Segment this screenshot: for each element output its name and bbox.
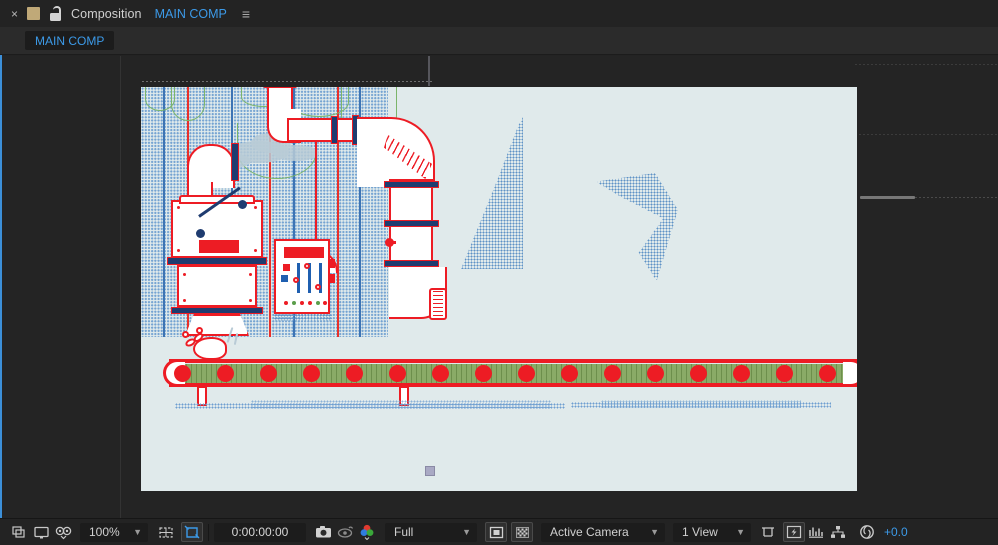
machine-arm-pivot: [196, 229, 205, 238]
status-dot: [292, 301, 296, 305]
fast-previews-icon[interactable]: [783, 522, 805, 542]
nozzle-ribs: [433, 291, 443, 317]
layer-anchor-handle[interactable]: [425, 466, 435, 476]
control-panel-side-tab: [330, 259, 335, 268]
show-snapshot-icon[interactable]: [334, 522, 356, 542]
panel-titlebar: × Composition MAIN COMP ≡: [0, 0, 998, 27]
main-viewer-icon[interactable]: [30, 522, 52, 542]
pipe-valve-stem: [390, 241, 396, 244]
control-panel-display: [284, 247, 324, 258]
chevron-down-icon: ▼: [462, 527, 471, 537]
background-panel-rows: [855, 56, 998, 518]
conveyor-top-rail: [169, 359, 857, 363]
viewer-divider: [120, 56, 121, 518]
toggle-mask-visibility-icon[interactable]: [52, 522, 74, 542]
lamp-cord: [315, 142, 317, 250]
pipe-flange: [384, 181, 439, 188]
composition-viewer[interactable]: [2, 56, 998, 518]
chevron-down-icon: ▼: [736, 527, 745, 537]
floor-halftone: [251, 400, 551, 409]
checkerboard-icon[interactable]: [511, 522, 533, 542]
chevron-down-icon: ▼: [650, 527, 659, 537]
timeline-icon[interactable]: [805, 522, 827, 542]
exposure-value[interactable]: +0.0: [884, 525, 908, 539]
magnification-select[interactable]: 100% ▼: [80, 522, 148, 542]
shadow-curve-large: [461, 117, 523, 269]
status-dot: [316, 301, 320, 305]
composition-name: MAIN COMP: [154, 6, 227, 21]
view-layout-select[interactable]: 1 View ▼: [673, 522, 751, 542]
tab-label: MAIN COMP: [35, 33, 105, 48]
slider-knob-2: [304, 263, 310, 269]
elbow-flange: [231, 143, 239, 181]
vertical-guide: [428, 56, 430, 86]
pipe-flange: [331, 116, 338, 144]
panel-menu-icon[interactable]: ≡: [242, 7, 250, 21]
current-time-field[interactable]: 0:00:00:00: [214, 522, 306, 542]
status-dot: [308, 301, 312, 305]
camera-view-select[interactable]: Active Camera ▼: [541, 522, 665, 542]
grid-guide-icon[interactable]: [155, 522, 177, 542]
roast-chicken-bone: [196, 327, 203, 334]
machine-base: [185, 314, 249, 336]
view-layout-value: 1 View: [682, 525, 718, 539]
floor-halftone: [601, 400, 801, 408]
control-panel-side-tab: [330, 274, 335, 283]
status-dot: [300, 301, 304, 305]
lock-open-icon[interactable]: [49, 6, 62, 21]
panel-label: Composition: [71, 6, 142, 21]
machine-collar: [167, 257, 267, 265]
indicator-square-blue: [281, 275, 288, 282]
indicator-square-red: [283, 264, 290, 271]
green-wire: [171, 87, 205, 121]
magnification-value: 100%: [89, 525, 120, 539]
pixel-aspect-ratio-icon[interactable]: [757, 522, 779, 542]
tab-main-comp[interactable]: MAIN COMP: [25, 31, 115, 50]
comp-flowchart-icon[interactable]: [827, 522, 849, 542]
composition-canvas[interactable]: [141, 87, 857, 491]
horizontal-guide: [142, 81, 432, 82]
current-time-value: 0:00:00:00: [231, 525, 289, 539]
after-effects-composition-window: × Composition MAIN COMP ≡ MAIN COMP 100%…: [0, 0, 998, 545]
machine-arm-pivot: [238, 200, 247, 209]
exposure-icon[interactable]: [856, 522, 878, 542]
steam-cloud: [273, 145, 319, 161]
machine-label-plate: [199, 240, 239, 253]
resolution-select[interactable]: Full ▼: [385, 522, 477, 542]
status-dot: [284, 301, 288, 305]
top-pipe-cap: [263, 87, 297, 88]
control-panel: [274, 239, 330, 314]
shadow-curve-small: [596, 173, 678, 281]
region-of-interest-icon[interactable]: [181, 522, 203, 542]
conveyor-right-pulley: [843, 359, 857, 387]
control-panel-shadow: [274, 314, 332, 321]
slider-knob-3: [315, 284, 321, 290]
close-panel-icon[interactable]: ×: [11, 8, 18, 20]
camera-icon[interactable]: [312, 522, 334, 542]
machine-lower-body: [177, 265, 257, 307]
comp-color-swatch[interactable]: [27, 7, 41, 20]
chevron-down-icon: ▼: [133, 527, 142, 537]
slider-knob-1: [293, 277, 299, 283]
composition-toolbar: 100% ▼ 0:00:00:00 Full ▼ Active Camera ▼…: [0, 518, 998, 545]
resolution-value: Full: [394, 525, 414, 539]
transparency-grid-icon[interactable]: [485, 522, 507, 542]
channels-rgb-icon[interactable]: [356, 522, 378, 542]
camera-view-value: Active Camera: [550, 525, 629, 539]
machine-collar: [171, 307, 263, 314]
conveyor-bottom-rail: [169, 383, 857, 387]
pipe-flange: [384, 260, 439, 267]
comp-tab-strip: MAIN COMP: [0, 27, 998, 55]
pipe-flange: [384, 220, 439, 227]
status-dot: [323, 301, 327, 305]
roast-chicken-bone: [182, 331, 189, 338]
always-preview-this-view-icon[interactable]: [8, 522, 30, 542]
